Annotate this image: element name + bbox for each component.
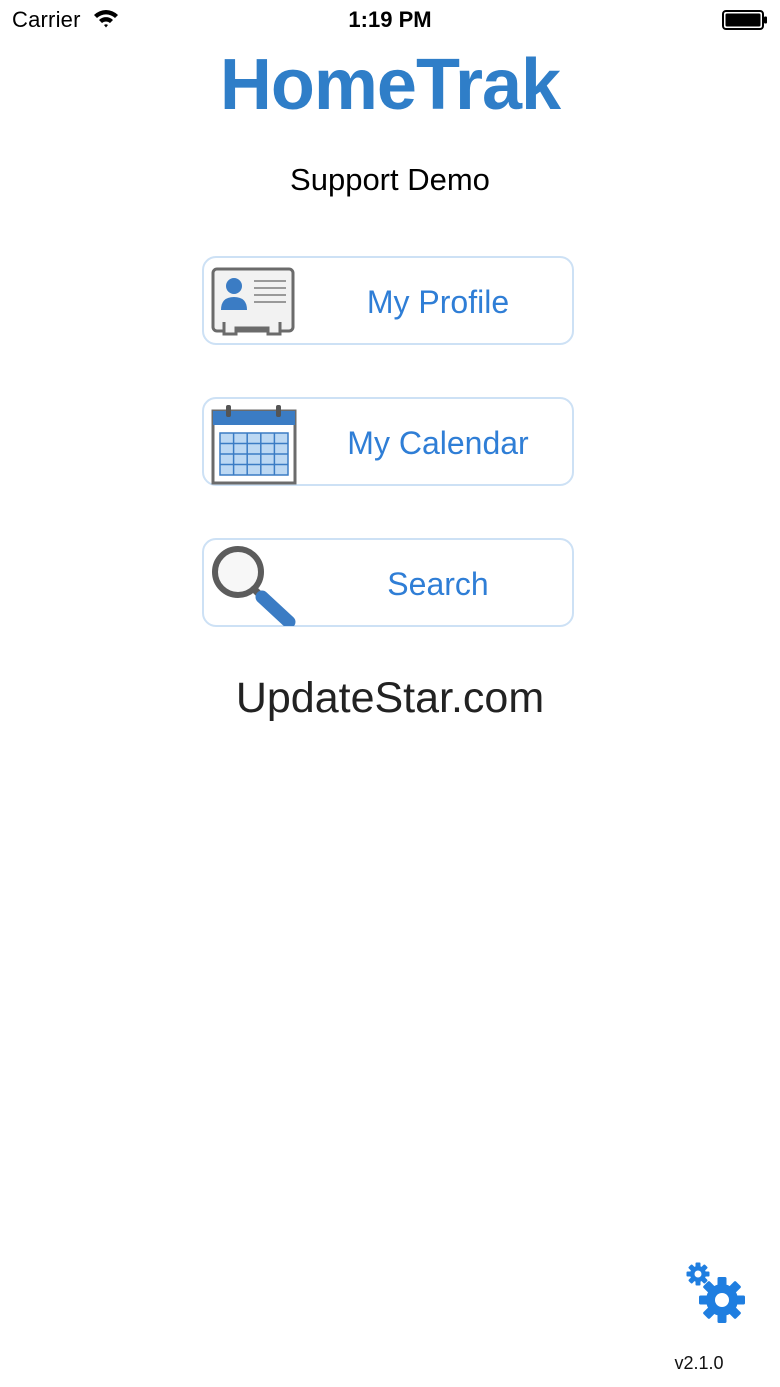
profile-card-icon [211, 267, 295, 336]
battery-icon [722, 10, 767, 30]
magnifier-icon [212, 546, 296, 626]
status-time: 1:19 PM [348, 7, 432, 32]
my-calendar-button[interactable]: My Calendar [202, 397, 574, 486]
calendar-icon [211, 405, 297, 485]
my-profile-label: My Profile [366, 284, 510, 320]
status-bar: Carrier 1:19 PM [0, 0, 780, 40]
app-logo-title: HomeTrak [219, 45, 561, 125]
app-subtitle: Support Demo [290, 162, 490, 197]
search-button[interactable]: Search [202, 538, 574, 627]
version-label: v2.1.0 [674, 1353, 724, 1373]
my-profile-button[interactable]: My Profile [202, 256, 574, 345]
my-calendar-label: My Calendar [347, 425, 529, 461]
search-label: Search [387, 566, 489, 602]
watermark-text: UpdateStar.com [235, 674, 545, 722]
gears-icon[interactable] [686, 1262, 748, 1326]
